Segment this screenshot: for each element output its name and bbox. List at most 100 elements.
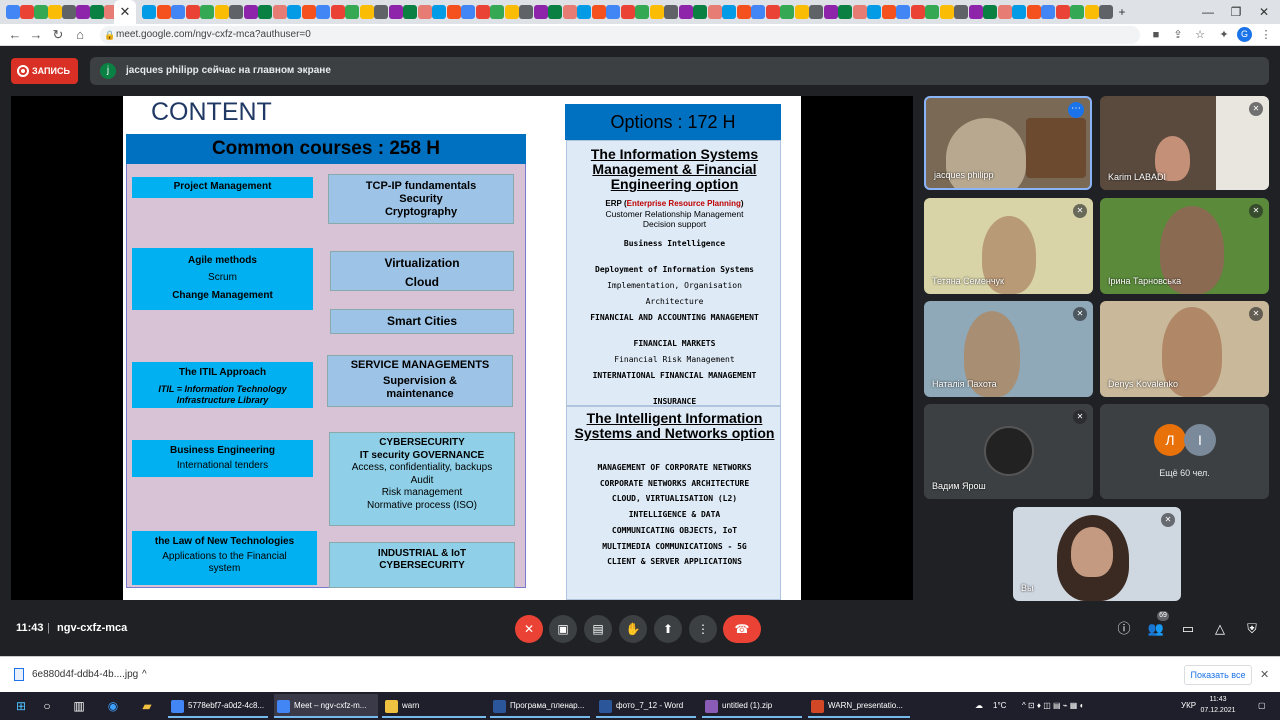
tab-favicon-icon[interactable] [214, 5, 229, 19]
taskbar-app[interactable]: 5778ebf7-a0d2-4c8... [168, 694, 268, 718]
chat-icon[interactable]: ▭ [1178, 619, 1198, 639]
taskbar-app[interactable]: untitled (1).zip [702, 694, 802, 718]
tab-favicon-icon[interactable] [954, 5, 968, 19]
tab-favicon-icon[interactable] [20, 5, 34, 19]
browser-menu-icon[interactable]: ⋮ [1258, 27, 1274, 43]
tab-favicon-icon[interactable] [939, 5, 954, 19]
tab-favicon-icon[interactable] [388, 5, 403, 19]
edge-icon[interactable]: ◉ [104, 697, 122, 715]
forward-icon[interactable]: → [27, 26, 45, 44]
tab-favicon-icon[interactable] [62, 5, 76, 19]
profile-avatar[interactable]: G [1237, 27, 1252, 42]
url-field[interactable]: 🔒 meet.google.com/ngv-cxfz-mca?authuser=… [100, 26, 1140, 44]
bookmark-star-icon[interactable]: ☆ [1192, 27, 1208, 43]
tab-favicon-icon[interactable] [316, 5, 330, 19]
tab-favicon-icon[interactable] [374, 5, 388, 19]
download-item[interactable]: 6e880d4f-ddb4-4b....jpg ^ [8, 665, 158, 685]
tab-favicon-icon[interactable] [1026, 5, 1041, 19]
present-screen-icon[interactable]: ⬆ [654, 615, 682, 643]
tab-favicon-icon[interactable] [48, 5, 62, 19]
tab-favicon-icon[interactable] [330, 5, 345, 19]
taskbar-app[interactable]: Програма_пленар... [490, 694, 590, 718]
participant-tile-karim[interactable]: ✕ Karim LABADI [1100, 96, 1269, 190]
tab-favicon-icon[interactable] [403, 5, 417, 19]
tab-favicon-icon[interactable] [983, 5, 997, 19]
tab-favicon-icon[interactable] [301, 5, 316, 19]
tab-favicon-icon[interactable] [591, 5, 606, 19]
tab-favicon-icon[interactable] [620, 5, 635, 19]
tab-favicon-icon[interactable] [780, 5, 794, 19]
input-language[interactable]: УКР [1181, 694, 1196, 718]
tab-favicon-icon[interactable] [519, 5, 533, 19]
recording-indicator[interactable]: ЗАПИСЬ [11, 58, 78, 84]
participant-tile-vadym[interactable]: ✕ Вадим Ярош [924, 404, 1093, 499]
tab-favicon-icon[interactable] [156, 5, 171, 19]
chevron-up-icon[interactable]: ^ [142, 665, 147, 685]
tab-favicon-icon[interactable] [1070, 5, 1084, 19]
taskbar-app[interactable]: фото_7_12 - Word [596, 694, 696, 718]
camera-toggle-icon[interactable]: ▣ [549, 615, 577, 643]
tab-favicon-icon[interactable] [417, 5, 432, 19]
tab-favicon-icon[interactable] [707, 5, 722, 19]
tab-favicon-icon[interactable] [76, 5, 90, 19]
file-explorer-icon[interactable]: ▰ [138, 697, 156, 715]
tab-favicon-icon[interactable] [142, 5, 156, 19]
more-options-icon[interactable]: ⋮ [689, 615, 717, 643]
close-window-icon[interactable]: ✕ [1254, 2, 1274, 22]
participant-tile-tetiana[interactable]: ✕ Тетяна Семенчук [924, 198, 1093, 294]
tab-favicon-icon[interactable] [693, 5, 707, 19]
tab-favicon-icon[interactable] [635, 5, 649, 19]
tab-favicon-icon[interactable] [896, 5, 910, 19]
tab-favicon-icon[interactable] [881, 5, 896, 19]
home-icon[interactable]: ⌂ [71, 26, 89, 44]
tab-favicon-icon[interactable] [185, 5, 200, 19]
tab-favicon-icon[interactable] [272, 5, 287, 19]
tab-favicon-icon[interactable] [200, 5, 214, 19]
taskbar-app[interactable]: warn [382, 694, 486, 718]
others-tile[interactable]: Л I Ещё 60 чел. [1100, 404, 1269, 499]
tab-favicon-icon[interactable] [1041, 5, 1055, 19]
reload-icon[interactable]: ↻ [49, 26, 67, 44]
tab-favicon-icon[interactable] [678, 5, 693, 19]
tab-favicon-icon[interactable] [997, 5, 1012, 19]
tab-favicon-icon[interactable] [606, 5, 620, 19]
host-controls-icon[interactable]: ⛨ [1242, 619, 1262, 639]
tab-favicon-icon[interactable] [1055, 5, 1070, 19]
activities-icon[interactable]: △ [1210, 619, 1230, 639]
tab-favicon-icon[interactable] [504, 5, 519, 19]
taskbar-clock[interactable]: 11:43 07.12.2021 [1198, 694, 1238, 716]
task-view-icon[interactable]: ▥ [70, 697, 88, 715]
participant-tile-denys[interactable]: ✕ Denys Kovalenko [1100, 301, 1269, 397]
tab-favicon-icon[interactable] [1012, 5, 1026, 19]
participant-tile-iryna[interactable]: ✕ Ірина Тарновська [1100, 198, 1269, 294]
tab-favicon-icon[interactable] [243, 5, 258, 19]
tab-favicon-icon[interactable] [90, 5, 104, 19]
minimize-icon[interactable]: — [1198, 2, 1218, 22]
tab-favicon-icon[interactable] [765, 5, 780, 19]
tab-favicon-icon[interactable] [446, 5, 461, 19]
self-tile[interactable]: ✕ Вы [1013, 507, 1181, 601]
more-options-icon[interactable]: ⋯ [1068, 102, 1084, 118]
tab-favicon-icon[interactable] [722, 5, 736, 19]
tab-favicon-icon[interactable] [852, 5, 867, 19]
back-icon[interactable]: ← [6, 26, 24, 44]
new-tab-button[interactable]: + [1112, 2, 1132, 22]
windows-start-icon[interactable]: ⊞ [12, 697, 30, 715]
tab-favicon-icon[interactable] [809, 5, 823, 19]
tray-icons[interactable]: ^ ⊡ ♦ ◫ ▤ ⌁ ▦ ◐ [1022, 694, 1084, 718]
show-all-button[interactable]: Показать все [1184, 665, 1252, 685]
tab-favicon-icon[interactable] [548, 5, 562, 19]
tab-favicon-icon[interactable] [925, 5, 939, 19]
tab-favicon-icon[interactable] [751, 5, 765, 19]
tab-favicon-icon[interactable] [533, 5, 548, 19]
end-call-icon[interactable]: ☎ [723, 615, 761, 643]
tab-favicon-icon[interactable] [649, 5, 664, 19]
search-icon[interactable]: ○ [38, 697, 56, 715]
taskbar-app[interactable]: Meet – ngv-cxfz-m... [274, 694, 378, 718]
mic-off-icon[interactable]: ✕ [515, 615, 543, 643]
tab-favicon-icon[interactable] [968, 5, 983, 19]
tab-favicon-icon[interactable] [910, 5, 925, 19]
info-icon[interactable]: ⓘ [1114, 619, 1134, 639]
tab-close-button[interactable]: ✕ [114, 0, 136, 24]
tab-favicon-icon[interactable] [287, 5, 301, 19]
